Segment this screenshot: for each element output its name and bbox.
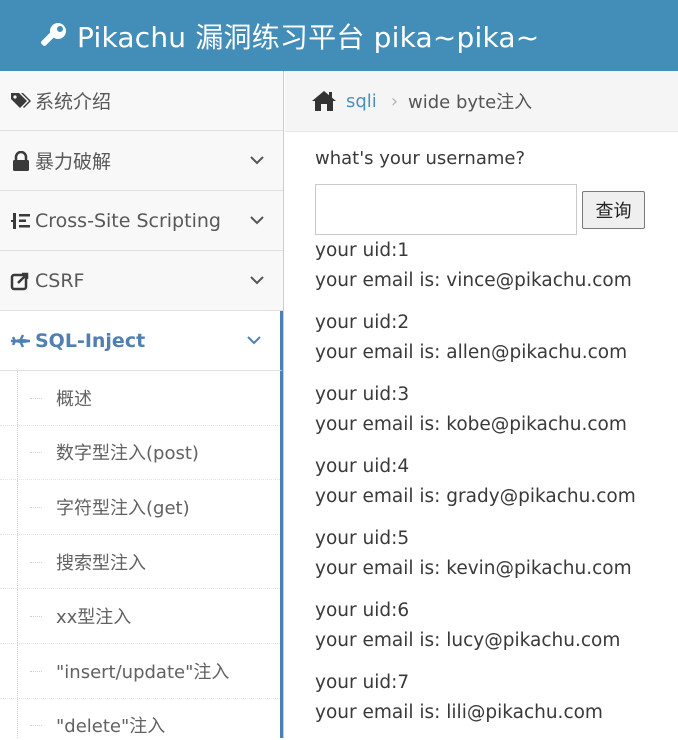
breadcrumb-current: wide byte注入 [408, 92, 533, 113]
tags-icon [10, 91, 32, 111]
sidebar-item-label: Cross-Site Scripting [35, 209, 221, 232]
email-line: your email is: kevin@pikachu.com [315, 558, 632, 579]
chevron-down-icon [250, 156, 264, 165]
sidebar-item-label: CSRF [35, 269, 85, 292]
sidebar-item-label: 暴力破解 [35, 151, 112, 173]
query-button[interactable]: 查询 [582, 190, 645, 229]
sidebar-item-bruteforce[interactable]: 暴力破解 [0, 131, 283, 191]
chevron-down-icon [250, 216, 264, 225]
result-record: your uid:6 your email is: lucy@pikachu.c… [315, 596, 678, 656]
breadcrumb-separator-icon: › [390, 90, 399, 112]
sidebar-item-xss[interactable]: Cross-Site Scripting [0, 191, 283, 251]
list-indent-icon [10, 211, 32, 231]
main-content: what's your username? 查询 your uid:1 your… [315, 132, 678, 740]
plane-icon [10, 331, 32, 351]
result-record: your uid:7 your email is: lili@pikachu.c… [315, 668, 678, 728]
uid-line: your uid:3 [315, 384, 410, 405]
submenu-item-delete[interactable]: "delete"注入 [0, 698, 280, 738]
uid-line: your uid:1 [315, 240, 410, 261]
wrench-icon [41, 22, 66, 46]
username-input[interactable] [315, 184, 577, 235]
result-record: your uid:3 your email is: kobe@pikachu.c… [315, 380, 678, 440]
username-prompt: what's your username? [315, 148, 526, 169]
chevron-down-icon [250, 276, 264, 285]
email-line: your email is: lucy@pikachu.com [315, 630, 621, 651]
home-icon [312, 91, 336, 111]
sidebar-item-sql-inject[interactable]: SQL-Inject [0, 311, 283, 371]
top-navbar: Pikachu 漏洞练习平台 pika~pika~ [0, 0, 678, 71]
submenu-item-numeric-post[interactable]: 数字型注入(post) [0, 425, 280, 481]
sidebar-item-label: SQL-Inject [35, 329, 146, 352]
uid-line: your uid:2 [315, 312, 410, 333]
sql-inject-submenu: 概述 数字型注入(post) 字符型注入(get) 搜索型注入 xx型注入 "i… [0, 371, 283, 738]
query-form: 查询 [315, 184, 678, 235]
email-line: your email is: kobe@pikachu.com [315, 414, 627, 435]
brand-title[interactable]: Pikachu 漏洞练习平台 pika~pika~ [77, 16, 539, 56]
submenu-item-overview[interactable]: 概述 [0, 371, 280, 426]
sidebar-item-label: 系统介绍 [35, 91, 112, 113]
results-list: your uid:1 your email is: vince@pikachu.… [315, 236, 678, 728]
submenu-item-search[interactable]: 搜索型注入 [0, 534, 280, 590]
uid-line: your uid:5 [315, 528, 410, 549]
breadcrumb-link-sqli[interactable]: sqli [346, 91, 377, 112]
uid-line: your uid:6 [315, 600, 410, 621]
result-record: your uid:4 your email is: grady@pikachu.… [315, 452, 678, 512]
sidebar: 系统介绍 暴力破解 Cross-Site Scripting CSRF SQL-… [0, 71, 284, 738]
sidebar-item-intro[interactable]: 系统介绍 [0, 71, 283, 131]
uid-line: your uid:7 [315, 672, 410, 693]
email-line: your email is: lili@pikachu.com [315, 702, 603, 723]
result-record: your uid:2 your email is: allen@pikachu.… [315, 308, 678, 368]
submenu-item-string-get[interactable]: 字符型注入(get) [0, 480, 280, 535]
result-record: your uid:5 your email is: kevin@pikachu.… [315, 524, 678, 584]
email-line: your email is: allen@pikachu.com [315, 342, 628, 363]
submenu-item-insert-update[interactable]: "insert/update"注入 [0, 643, 280, 699]
breadcrumb: sqli › wide byte注入 [285, 71, 678, 132]
chevron-down-icon [247, 336, 261, 345]
submenu-item-xx[interactable]: xx型注入 [0, 589, 280, 644]
lock-icon [10, 150, 32, 171]
uid-line: your uid:4 [315, 456, 410, 477]
result-record: your uid:1 your email is: vince@pikachu.… [315, 236, 678, 296]
sidebar-item-csrf[interactable]: CSRF [0, 251, 283, 311]
email-line: your email is: grady@pikachu.com [315, 486, 636, 507]
share-icon [10, 271, 32, 291]
email-line: your email is: vince@pikachu.com [315, 270, 632, 291]
